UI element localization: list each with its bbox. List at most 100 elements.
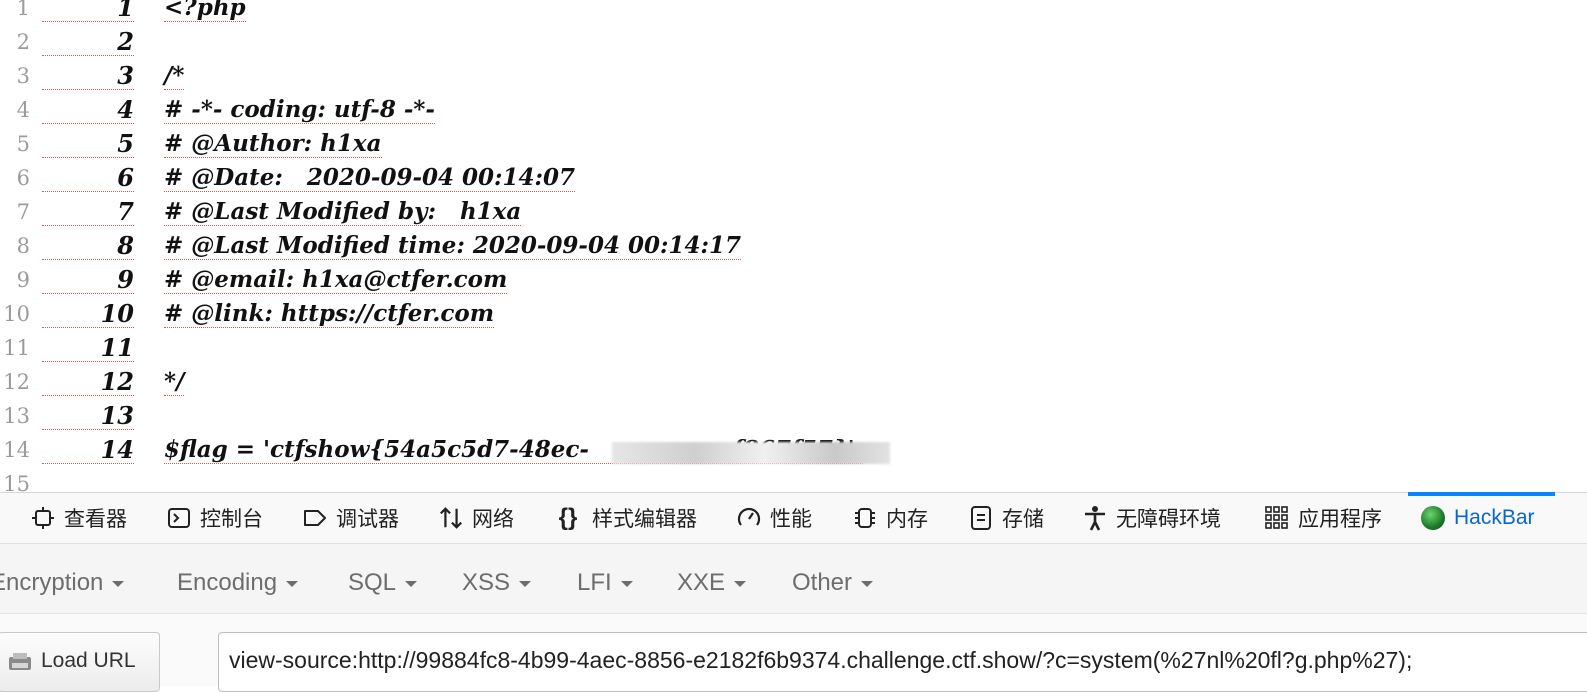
gutter-number: 6 bbox=[16, 166, 30, 190]
tab-debugger[interactable]: 调试器 bbox=[302, 493, 399, 543]
line-code: # @email: h1xa@ctfer.com bbox=[164, 263, 508, 294]
tab-network[interactable]: 网络 bbox=[438, 493, 514, 543]
network-icon bbox=[438, 505, 464, 531]
storage-icon bbox=[968, 505, 994, 531]
gutter-number: 2 bbox=[16, 30, 30, 54]
tab-label: 性能 bbox=[770, 508, 812, 531]
line-number: 9 bbox=[42, 263, 134, 294]
gutter-number: 10 bbox=[3, 302, 30, 326]
devtools-tab-bar: 查看器 控制台 调试器 网络 {} 样式编辑器 性能 内存 存储 无障碍环境 应… bbox=[0, 492, 1587, 544]
tab-label: 应用程序 bbox=[1298, 508, 1382, 531]
line-code: */ bbox=[164, 365, 185, 396]
line-code: # @Date: 2020-09-04 00:14:07 bbox=[164, 161, 576, 192]
load-url-label: Load URL bbox=[41, 649, 136, 672]
line-code: # -*- coding: utf-8 -*- bbox=[164, 93, 435, 124]
line-number: 2 bbox=[42, 25, 134, 56]
source-line: 6 6 # @Date: 2020-09-04 00:14:07 bbox=[0, 161, 1587, 195]
debugger-icon bbox=[302, 505, 328, 531]
gutter-number: 11 bbox=[3, 336, 30, 360]
tab-label: 无障碍环境 bbox=[1116, 508, 1221, 531]
tab-storage[interactable]: 存储 bbox=[968, 493, 1044, 543]
console-icon bbox=[166, 505, 192, 531]
source-line: 4 4 # -*- coding: utf-8 -*- bbox=[0, 93, 1587, 127]
menu-sql[interactable]: SQL bbox=[348, 544, 418, 614]
line-number: 14 bbox=[42, 433, 134, 464]
menu-other[interactable]: Other bbox=[792, 544, 874, 614]
source-view: 1 1 <?php 2 2 3 3 /* 4 4 # -*- coding: u… bbox=[0, 0, 1587, 492]
tab-label: 内存 bbox=[886, 508, 928, 531]
caret-down-icon bbox=[405, 580, 418, 587]
menu-label: LFI bbox=[577, 569, 612, 596]
source-line: 5 5 # @Author: h1xa bbox=[0, 127, 1587, 161]
source-line: 1 1 <?php bbox=[0, 0, 1587, 25]
line-number: 7 bbox=[42, 195, 134, 226]
gutter-number: 5 bbox=[16, 132, 30, 156]
line-code: # @Last Modified time: 2020-09-04 00:14:… bbox=[164, 229, 741, 260]
tab-label: 网络 bbox=[472, 508, 514, 531]
line-number: 13 bbox=[42, 399, 134, 430]
source-line: 14 14 $flag = 'ctfshow{54a5c5d7-48ec- f8… bbox=[0, 433, 1587, 467]
menu-label: SQL bbox=[348, 569, 397, 596]
line-number: 4 bbox=[42, 93, 134, 124]
caret-down-icon bbox=[734, 580, 747, 587]
line-code: # @Last Modified by: h1xa bbox=[164, 195, 522, 226]
tab-label: HackBar bbox=[1454, 506, 1535, 529]
menu-encryption[interactable]: Encryption bbox=[0, 544, 125, 614]
tab-application[interactable]: 应用程序 bbox=[1264, 493, 1382, 543]
source-line: 12 12 */ bbox=[0, 365, 1587, 399]
redaction-blur bbox=[612, 442, 890, 464]
tab-console[interactable]: 控制台 bbox=[166, 493, 263, 543]
line-number: 10 bbox=[42, 297, 134, 328]
line-code: <?php bbox=[164, 0, 246, 22]
caret-down-icon bbox=[861, 580, 874, 587]
tab-label: 样式编辑器 bbox=[592, 508, 697, 531]
tab-style-editor[interactable]: {} 样式编辑器 bbox=[552, 493, 697, 543]
memory-icon bbox=[852, 505, 878, 531]
menu-label: Encryption bbox=[0, 569, 104, 596]
line-number: 1 bbox=[42, 0, 134, 22]
performance-icon bbox=[736, 505, 762, 531]
hackbar-url-area: Load URL view-source:http://99884fc8-4b9… bbox=[0, 614, 1587, 692]
tab-hackbar[interactable]: HackBar bbox=[1408, 492, 1554, 543]
gutter-number: 7 bbox=[16, 200, 30, 224]
source-line: 9 9 # @email: h1xa@ctfer.com bbox=[0, 263, 1587, 297]
tab-label: 调试器 bbox=[336, 508, 399, 531]
tab-performance[interactable]: 性能 bbox=[736, 493, 812, 543]
menu-lfi[interactable]: LFI bbox=[577, 544, 633, 614]
line-number: 3 bbox=[42, 59, 134, 90]
menu-xss[interactable]: XSS bbox=[462, 544, 532, 614]
source-line: 8 8 # @Last Modified time: 2020-09-04 00… bbox=[0, 229, 1587, 263]
gutter-number: 12 bbox=[3, 370, 30, 394]
source-line: 11 11 bbox=[0, 331, 1587, 365]
source-line: 10 10 # @link: https://ctfer.com bbox=[0, 297, 1587, 331]
caret-down-icon bbox=[519, 580, 532, 587]
gutter-number: 4 bbox=[16, 98, 30, 122]
menu-xxe[interactable]: XXE bbox=[677, 544, 747, 614]
source-line: 7 7 # @Last Modified by: h1xa bbox=[0, 195, 1587, 229]
caret-down-icon bbox=[286, 580, 299, 587]
tab-memory[interactable]: 内存 bbox=[852, 493, 928, 543]
line-number: 5 bbox=[42, 127, 134, 158]
url-input[interactable]: view-source:http://99884fc8-4b99-4aec-88… bbox=[218, 632, 1587, 692]
tab-inspector[interactable]: 查看器 bbox=[30, 493, 127, 543]
hackbar-menu: Encryption Encoding SQL XSS LFI XXE Othe… bbox=[0, 544, 1587, 614]
source-line: 15 bbox=[0, 467, 1587, 492]
gutter-number: 1 bbox=[16, 0, 30, 20]
application-icon bbox=[1264, 505, 1290, 531]
menu-label: Other bbox=[792, 569, 853, 596]
menu-label: XXE bbox=[677, 569, 726, 596]
tab-accessibility[interactable]: 无障碍环境 bbox=[1082, 493, 1221, 543]
menu-encoding[interactable]: Encoding bbox=[177, 544, 299, 614]
load-url-button[interactable]: Load URL bbox=[0, 632, 160, 692]
line-number: 11 bbox=[42, 331, 134, 362]
accessibility-icon bbox=[1082, 505, 1108, 531]
line-code: /* bbox=[164, 59, 185, 90]
tab-label: 控制台 bbox=[200, 508, 263, 531]
caret-down-icon bbox=[112, 580, 125, 587]
inspector-icon bbox=[30, 505, 56, 531]
source-line: 2 2 bbox=[0, 25, 1587, 59]
load-url-icon bbox=[7, 651, 33, 673]
source-line: 13 13 bbox=[0, 399, 1587, 433]
gutter-number: 3 bbox=[16, 64, 30, 88]
tab-label: 存储 bbox=[1002, 508, 1044, 531]
